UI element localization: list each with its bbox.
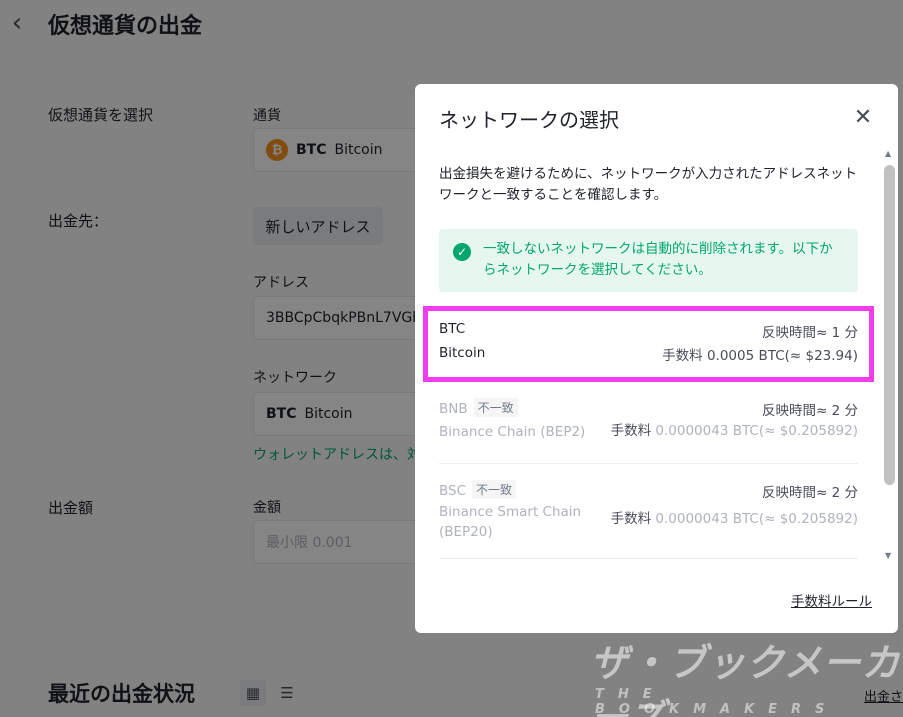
network-option-time: 反映時間≈ 1 分 — [762, 325, 858, 341]
divider — [439, 463, 858, 464]
network-select-modal: ネットワークの選択 ✕ 出金損失を避けるために、ネットワークが入力されたアドレス… — [415, 84, 898, 633]
fee-label: 手数料 — [610, 511, 652, 527]
network-symbol-text: BNB — [439, 401, 468, 417]
network-option-symbol: BNB 不一致 — [439, 398, 518, 417]
network-option-fee: 手数料 0.0005 BTC(≈ $23.94) — [662, 344, 858, 364]
network-option-time: 反映時間≈ 2 分 — [762, 485, 858, 501]
fee-value: 0.0000043 BTC(≈ $0.205892) — [655, 511, 858, 527]
network-option-name: Binance Chain (BEP2) — [439, 424, 586, 440]
fee-value: 0.0005 BTC(≈ $23.94) — [706, 348, 858, 364]
scroll-up-icon[interactable]: ▲ — [885, 149, 891, 158]
modal-intro: 出金損失を避けるために、ネットワークが入力されたアドレスネットワークと一致するこ… — [439, 166, 858, 203]
network-option-name: Bitcoin — [439, 345, 486, 361]
fee-label: 手数料 — [610, 423, 652, 439]
network-option-btc[interactable]: BTC Bitcoin 反映時間≈ 1 分 手数料 0.0005 BTC(≈ $… — [423, 306, 874, 382]
notice-text: 一致しないネットワークは自動的に削除されます。以下からネットワークを選択してくだ… — [483, 241, 833, 278]
network-option-time: 反映時間≈ 2 分 — [762, 403, 858, 419]
mismatch-badge: 不一致 — [472, 480, 517, 499]
network-option-bnb[interactable]: BNB 不一致 Binance Chain (BEP2) 反映時間≈ 2 分 手数… — [439, 398, 858, 462]
modal-scrollbar[interactable]: ▲ ▼ — [881, 147, 897, 565]
fee-rules-link[interactable]: 手数料ルール — [791, 590, 872, 610]
network-option-fee: 手数料 0.0000043 BTC(≈ $0.205892) — [611, 419, 858, 439]
divider — [439, 558, 858, 559]
network-option-bsc[interactable]: BSC 不一致 Binance Smart Chain (BEP20) 反映時間≈… — [439, 480, 858, 554]
notice-box: ✓ 一致しないネットワークは自動的に削除されます。以下からネットワークを選択して… — [439, 229, 858, 292]
network-option-symbol: BTC — [439, 321, 466, 337]
mismatch-badge: 不一致 — [473, 398, 518, 417]
fee-value: 0.0000043 BTC(≈ $0.205892) — [655, 423, 858, 439]
fee-label: 手数料 — [662, 348, 703, 364]
network-option-fee: 手数料 0.0000043 BTC(≈ $0.205892) — [611, 507, 858, 527]
modal-title: ネットワークの選択 — [439, 108, 619, 132]
scroll-thumb[interactable] — [884, 165, 895, 485]
network-option-name: Binance Smart Chain (BEP20) — [439, 504, 582, 540]
watermark-subtitle: THE BOOKMAKERS — [595, 687, 839, 717]
check-circle-icon: ✓ — [453, 243, 471, 261]
network-symbol-text: BSC — [439, 483, 467, 499]
network-option-symbol: BSC 不一致 — [439, 480, 517, 499]
scroll-down-icon[interactable]: ▼ — [885, 551, 891, 560]
close-icon[interactable]: ✕ — [851, 105, 875, 130]
